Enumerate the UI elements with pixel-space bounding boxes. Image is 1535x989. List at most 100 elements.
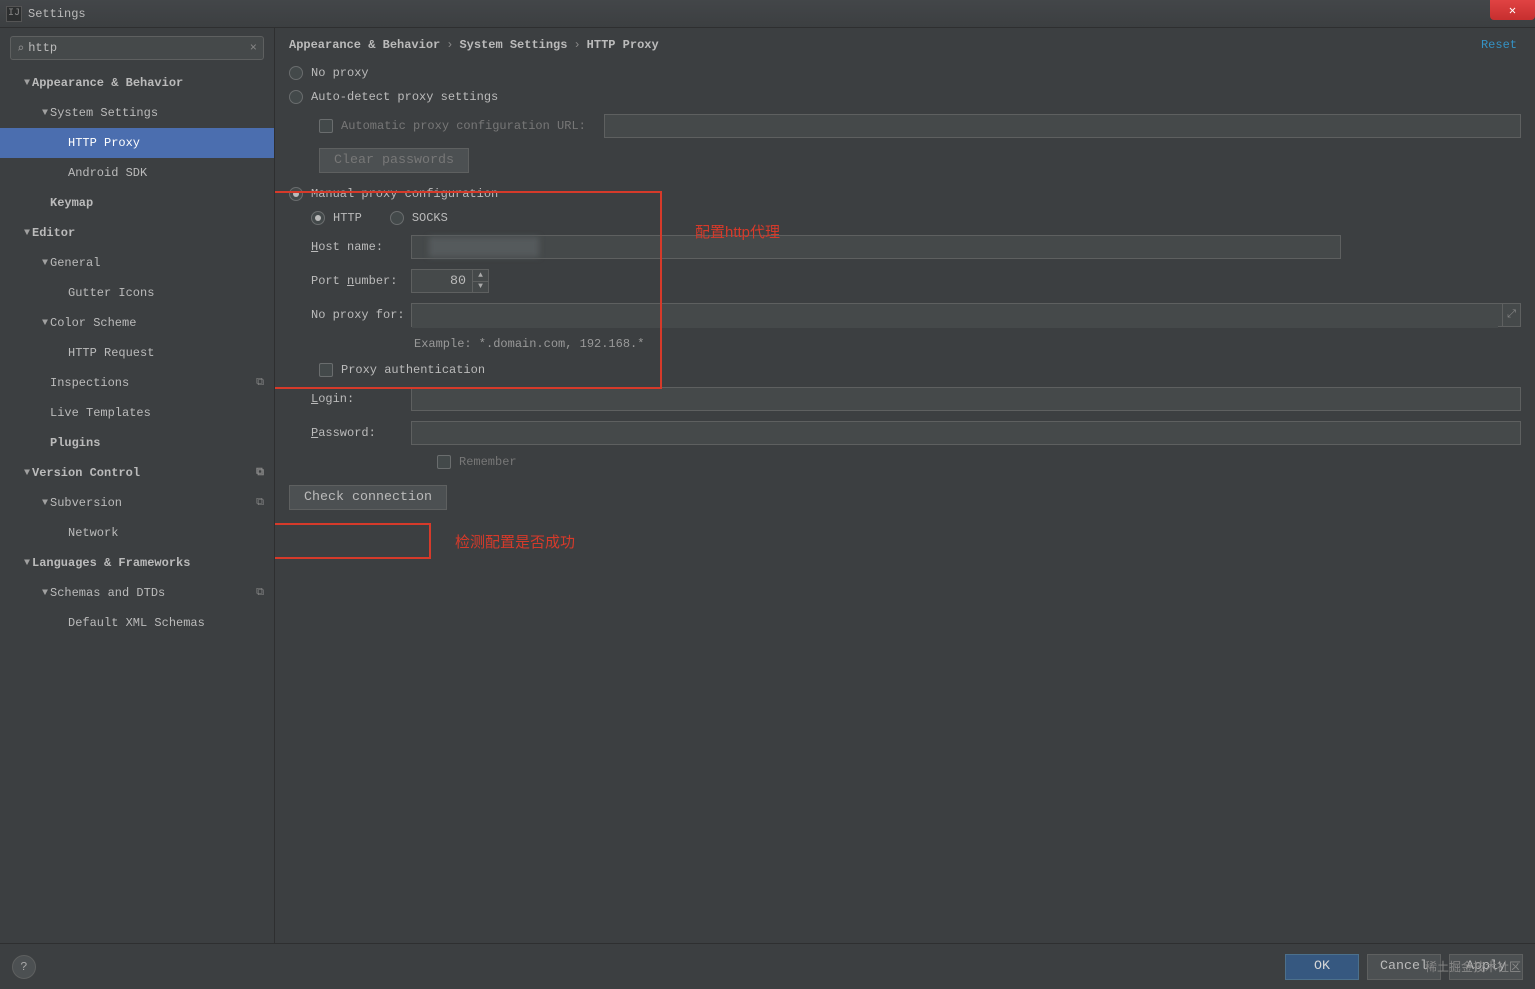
password-input[interactable] [411, 421, 1521, 445]
radio-manual[interactable] [289, 187, 303, 201]
proxy-auth-row[interactable]: Proxy authentication [319, 363, 1521, 377]
checkbox-remember[interactable] [437, 455, 451, 469]
radio-auto-detect[interactable] [289, 90, 303, 104]
help-button[interactable]: ? [12, 955, 36, 979]
sidebar-item-label: Color Scheme [50, 316, 136, 330]
auto-url-input[interactable] [604, 114, 1521, 138]
sidebar-item-label: Gutter Icons [68, 286, 154, 300]
remember-row[interactable]: Remember [437, 455, 1521, 469]
sidebar-item-android-sdk[interactable]: Android SDK [0, 158, 274, 188]
sidebar-item-gutter-icons[interactable]: Gutter Icons [0, 278, 274, 308]
cancel-button[interactable]: Cancel [1367, 954, 1441, 980]
sidebar-item-label: Languages & Frameworks [32, 556, 190, 570]
sidebar-item-appearance-behavior[interactable]: ▼Appearance & Behavior [0, 68, 274, 98]
auto-detect-label: Auto-detect proxy settings [311, 90, 498, 104]
sidebar-item-label: Version Control [32, 466, 140, 480]
spinner-up-icon[interactable]: ▲ [473, 270, 488, 282]
spinner-down-icon[interactable]: ▼ [473, 282, 488, 293]
sidebar-item-subversion[interactable]: ▼Subversion⧉ [0, 488, 274, 518]
auto-detect-radio-row[interactable]: Auto-detect proxy settings [289, 90, 1521, 104]
sidebar-item-general[interactable]: ▼General [0, 248, 274, 278]
remember-label: Remember [459, 455, 517, 469]
sidebar-item-color-scheme[interactable]: ▼Color Scheme [0, 308, 274, 338]
annotation-text-2: 检测配置是否成功 [455, 531, 575, 552]
close-button[interactable]: ✕ [1490, 0, 1535, 20]
expand-icon[interactable]: ⤢ [1502, 304, 1520, 326]
expand-icon[interactable]: ▼ [40, 588, 50, 599]
sidebar-item-version-control[interactable]: ▼Version Control⧉ [0, 458, 274, 488]
window-title: Settings [28, 7, 86, 21]
proxy-form: No proxy Auto-detect proxy settings Auto… [289, 66, 1521, 510]
manual-proxy-radio-row[interactable]: Manual proxy configuration [289, 187, 1521, 201]
reset-link[interactable]: Reset [1481, 38, 1517, 52]
port-label: Port number: [311, 274, 411, 288]
no-proxy-radio-row[interactable]: No proxy [289, 66, 1521, 80]
sidebar-item-system-settings[interactable]: ▼System Settings [0, 98, 274, 128]
expand-icon[interactable]: ▼ [40, 258, 50, 269]
titlebar: IJ Settings ✕ [0, 0, 1535, 28]
expand-icon[interactable]: ▼ [22, 468, 32, 479]
sidebar-item-label: Editor [32, 226, 75, 240]
expand-icon[interactable]: ▼ [40, 498, 50, 509]
clear-passwords-button[interactable]: Clear passwords [319, 148, 469, 173]
scheme-icon: ⧉ [256, 587, 264, 599]
apply-button[interactable]: Apply [1449, 954, 1523, 980]
radio-socks[interactable] [390, 211, 404, 225]
socks-radio-row[interactable]: SOCKS [390, 211, 448, 225]
http-radio-row[interactable]: HTTP [311, 211, 362, 225]
search-input[interactable] [28, 41, 250, 55]
sidebar-item-network[interactable]: Network [0, 518, 274, 548]
annotation-box-2 [275, 523, 431, 559]
login-input[interactable] [411, 387, 1521, 411]
sidebar-item-label: Android SDK [68, 166, 147, 180]
sidebar-item-keymap[interactable]: Keymap [0, 188, 274, 218]
port-spinners: ▲ ▼ [472, 270, 488, 292]
ok-button[interactable]: OK [1285, 954, 1359, 980]
host-input[interactable] [411, 235, 1341, 259]
sidebar-item-inspections[interactable]: Inspections⧉ [0, 368, 274, 398]
sidebar-item-label: Plugins [50, 436, 100, 450]
clear-passwords-row: Clear passwords [319, 148, 1521, 173]
radio-http[interactable] [311, 211, 325, 225]
sidebar-item-plugins[interactable]: Plugins [0, 428, 274, 458]
no-proxy-for-label: No proxy for: [311, 308, 411, 322]
sidebar-item-default-xml-schemas[interactable]: Default XML Schemas [0, 608, 274, 638]
sidebar-item-schemas-and-dtds[interactable]: ▼Schemas and DTDs⧉ [0, 578, 274, 608]
crumb-2[interactable]: System Settings [459, 38, 567, 52]
checkbox-proxy-auth[interactable] [319, 363, 333, 377]
sidebar-item-label: HTTP Proxy [68, 136, 140, 150]
port-input[interactable] [412, 270, 472, 292]
settings-tree: ▼Appearance & Behavior▼System Settings HT… [0, 68, 274, 648]
expand-icon[interactable]: ▼ [22, 558, 32, 569]
app-icon: IJ [6, 6, 22, 22]
auto-url-row: Automatic proxy configuration URL: [319, 114, 1521, 138]
password-row: Password: [311, 421, 1521, 445]
manual-label: Manual proxy configuration [311, 187, 498, 201]
sidebar-item-http-proxy[interactable]: HTTP Proxy [0, 128, 274, 158]
no-proxy-for-row: No proxy for: ⤢ [311, 303, 1521, 327]
no-proxy-for-input[interactable] [412, 304, 1498, 328]
password-label: Password: [311, 426, 411, 440]
clear-search-icon[interactable]: × [250, 41, 257, 55]
chevron-right-icon: › [573, 38, 580, 52]
sidebar-item-label: Network [68, 526, 118, 540]
radio-no-proxy[interactable] [289, 66, 303, 80]
proxy-auth-label: Proxy authentication [341, 363, 485, 377]
checkbox-auto-url[interactable] [319, 119, 333, 133]
sidebar-item-http-request[interactable]: HTTP Request [0, 338, 274, 368]
crumb-1[interactable]: Appearance & Behavior [289, 38, 440, 52]
settings-content: Appearance & Behavior › System Settings … [275, 28, 1535, 943]
search-box[interactable]: ⌕ × [10, 36, 264, 60]
crumb-3: HTTP Proxy [587, 38, 659, 52]
sidebar-item-languages-frameworks[interactable]: ▼Languages & Frameworks [0, 548, 274, 578]
sidebar-item-label: HTTP Request [68, 346, 154, 360]
check-connection-button[interactable]: Check connection [289, 485, 447, 510]
sidebar-item-label: Keymap [50, 196, 93, 210]
sidebar-item-label: Inspections [50, 376, 129, 390]
expand-icon[interactable]: ▼ [40, 108, 50, 119]
expand-icon[interactable]: ▼ [22, 228, 32, 239]
sidebar-item-editor[interactable]: ▼Editor [0, 218, 274, 248]
expand-icon[interactable]: ▼ [22, 78, 32, 89]
sidebar-item-live-templates[interactable]: Live Templates [0, 398, 274, 428]
expand-icon[interactable]: ▼ [40, 318, 50, 329]
